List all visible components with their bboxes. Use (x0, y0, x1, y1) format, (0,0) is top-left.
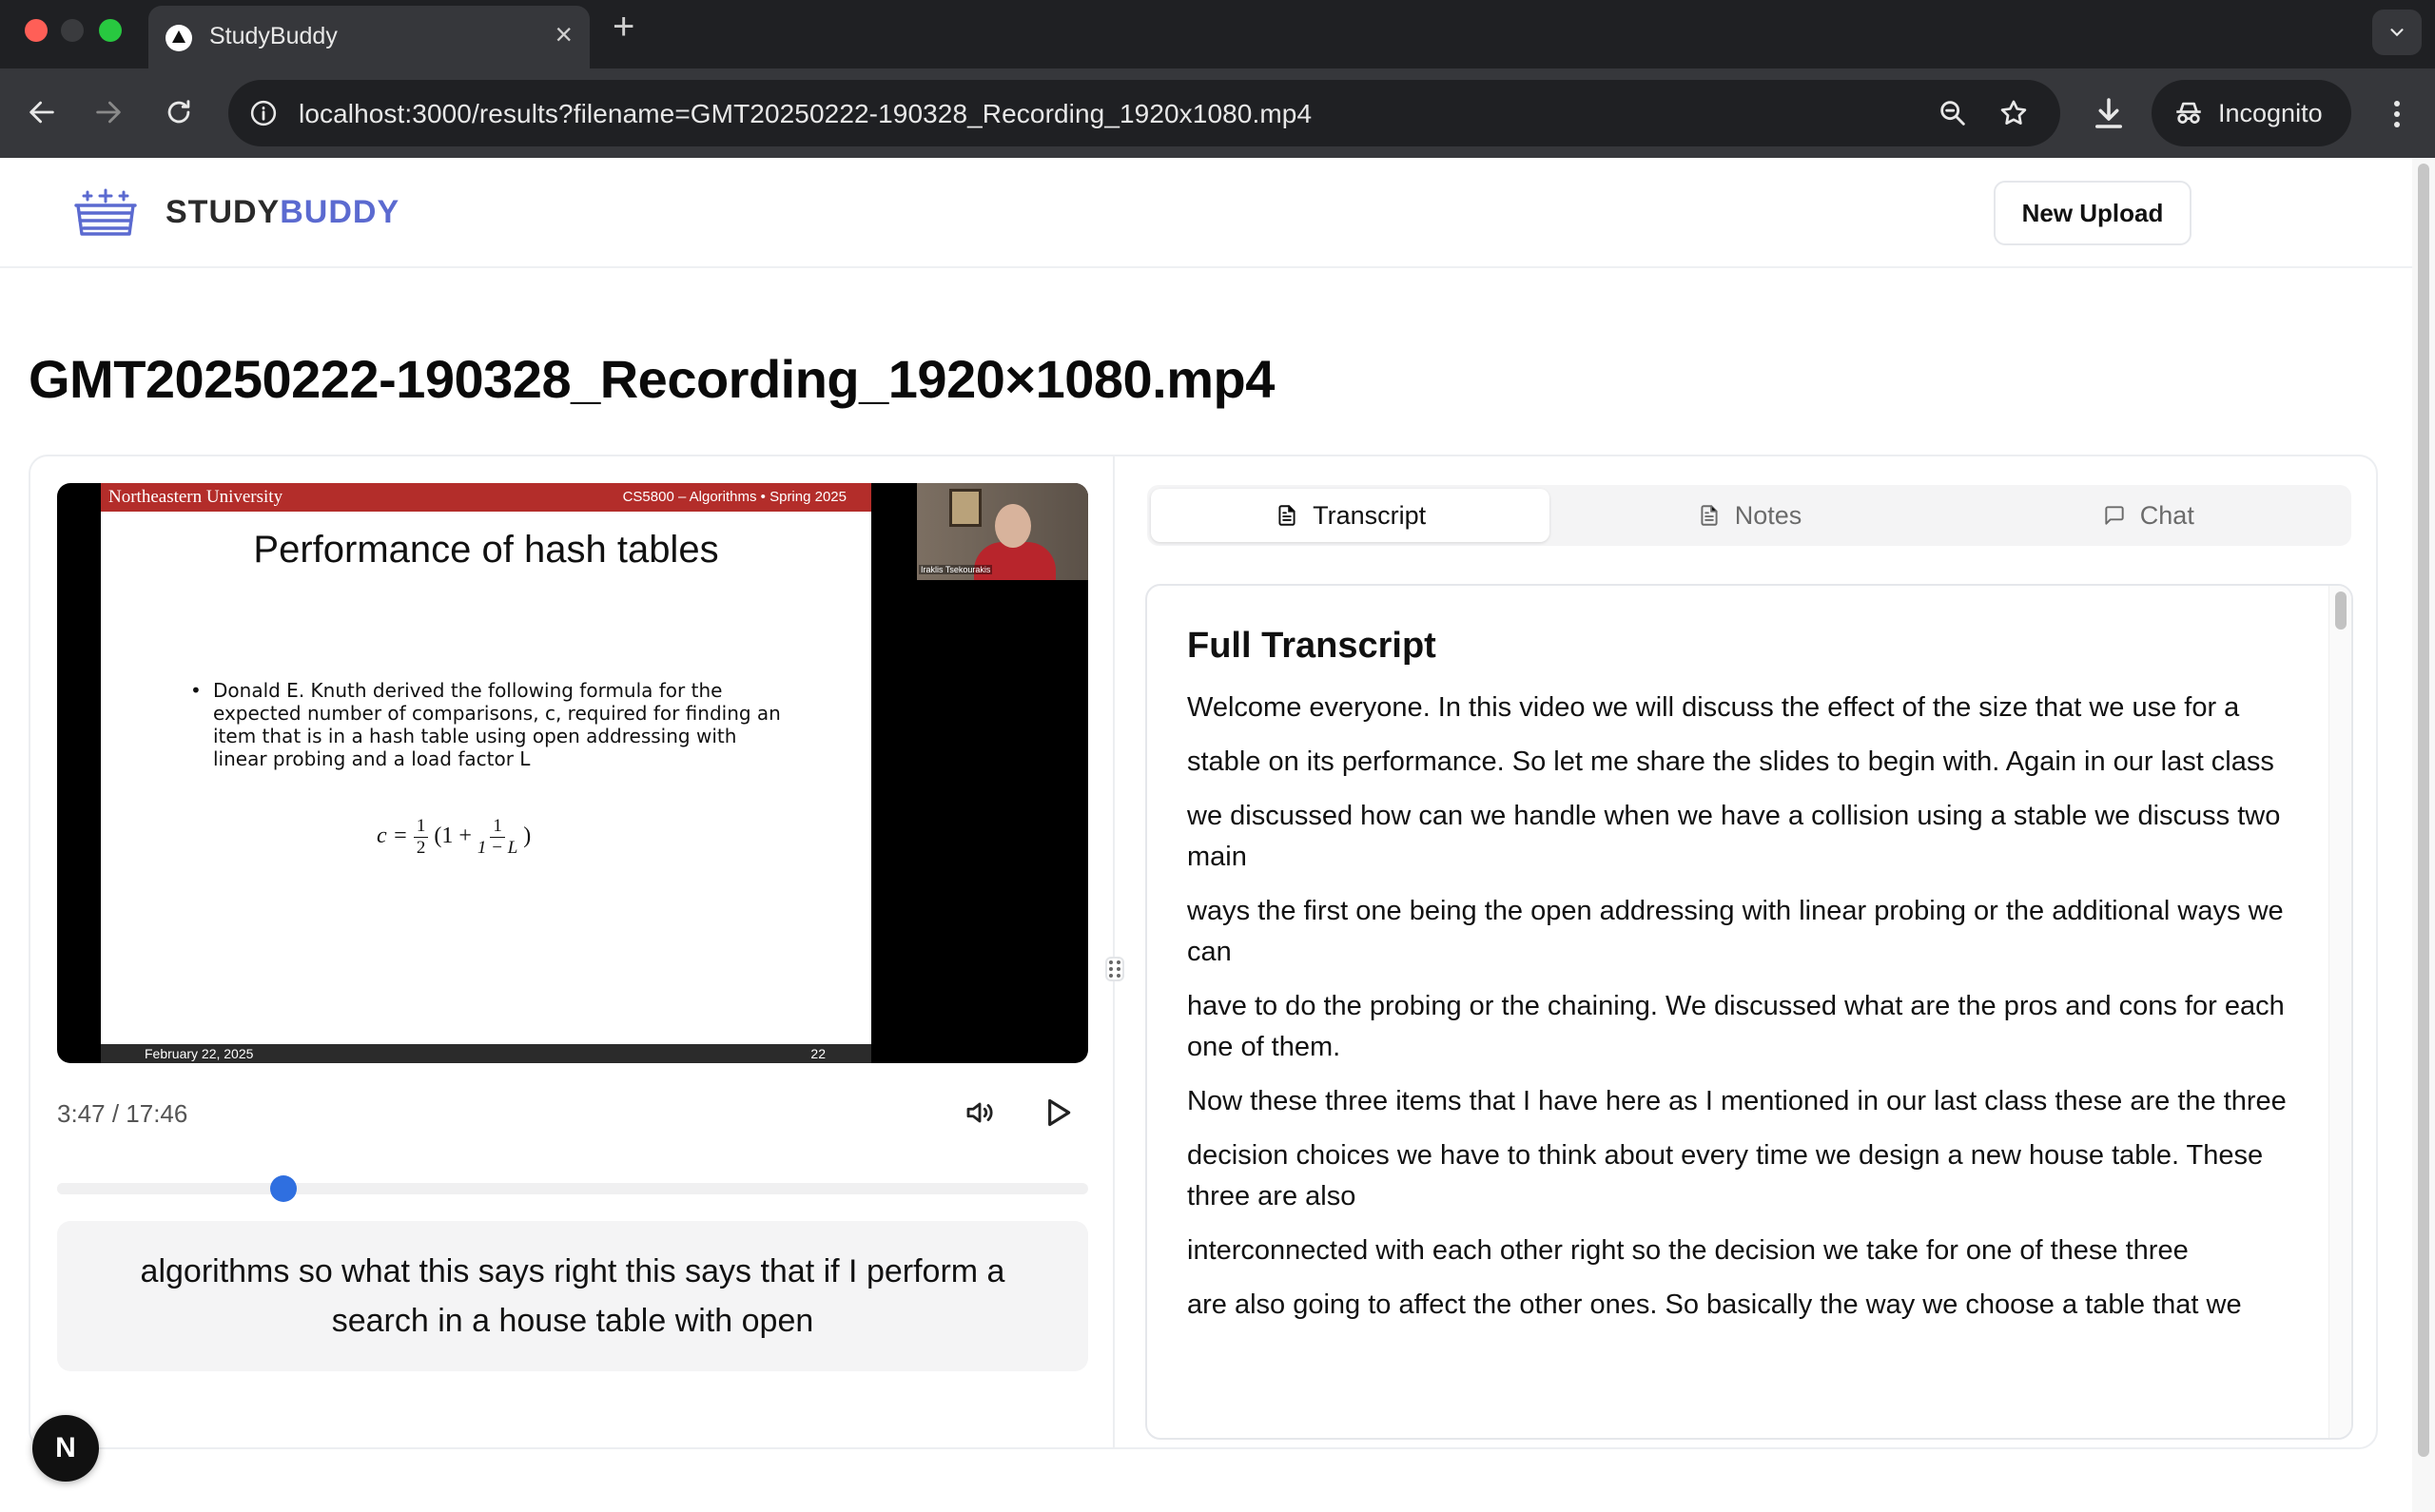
formula-half-num: 1 (413, 816, 429, 838)
address-bar[interactable]: localhost:3000/results?filename=GMT20250… (228, 80, 2060, 146)
transcript-paragraph: ways the first one being the open addres… (1187, 896, 2284, 967)
tab-chat[interactable]: Chat (1949, 489, 2347, 542)
file-lines-icon (1701, 505, 1718, 526)
presenter-body (974, 542, 1056, 580)
slide-bullet-text: Donald E. Knuth derived the following fo… (213, 679, 781, 770)
slide-page-number: 22 (810, 1046, 826, 1061)
browser-toolbar: localhost:3000/results?filename=GMT20250… (0, 68, 2435, 158)
formula-open: (1 + (434, 824, 477, 849)
back-arrow-icon[interactable] (21, 91, 63, 133)
page-title: GMT20250222-190328_Recording_1920×1080.m… (29, 349, 1275, 409)
message-square-icon (2105, 506, 2124, 525)
transcript-paragraph: have to do the probing or the chaining. … (1187, 991, 2285, 1062)
slide-header: Northeastern University CS5800 – Algorit… (101, 483, 871, 512)
file-text-icon (1278, 505, 1295, 526)
transcript-paragraph: stable on its performance. So let me sha… (1187, 746, 2274, 777)
brand-buddy-text: BUDDY (280, 194, 400, 230)
transcript-card: Full Transcript Welcome everyone. In thi… (1145, 584, 2353, 1440)
slide-footer: February 22, 2025 22 (101, 1044, 871, 1063)
presenter-head (995, 504, 1031, 548)
page-scrollbar[interactable] (2412, 158, 2435, 1512)
transcript-paragraph: interconnected with each other right so … (1187, 1235, 2189, 1266)
download-icon[interactable] (2089, 93, 2129, 133)
incognito-button[interactable]: Incognito (2152, 80, 2351, 146)
video-player[interactable]: Northeastern University CS5800 – Algorit… (57, 483, 1088, 1063)
slide-bullet: • Donald E. Knuth derived the following … (190, 679, 781, 770)
tab-transcript-label: Transcript (1313, 500, 1427, 530)
play-icon[interactable] (1039, 1094, 1077, 1132)
bookmark-star-icon[interactable] (1997, 97, 2030, 129)
browser-tab-title: StudyBuddy (209, 23, 338, 49)
incognito-icon (2176, 102, 2201, 124)
formula-load-fraction: 11 − L (477, 816, 517, 859)
tab-notes[interactable]: Notes (1549, 489, 1948, 542)
formula-half-den: 2 (416, 838, 426, 858)
close-tab-icon[interactable]: × (555, 19, 573, 49)
transcript-scroll-area[interactable]: Full Transcript Welcome everyone. In thi… (1147, 586, 2332, 1438)
formula-close: ) (523, 824, 532, 849)
transcript-scrollbar-thumb[interactable] (2335, 591, 2347, 630)
triangle-favicon-icon (166, 25, 192, 51)
slide-title: Performance of hash tables (253, 529, 719, 571)
brand-wordmark[interactable]: STUDYBUDDY (166, 194, 399, 231)
content-pane: Transcript Notes Chat Full Transcript We… (1117, 456, 2378, 1447)
forward-arrow-icon[interactable] (88, 91, 129, 133)
formula-half-fraction: 12 (413, 816, 429, 859)
studybuddy-logo-icon (74, 188, 137, 236)
tab-chat-label: Chat (2139, 500, 2194, 530)
seek-slider[interactable] (57, 1175, 1088, 1202)
transcript-paragraph: decision choices we have to think about … (1187, 1140, 2264, 1212)
seek-progress-fill (57, 1183, 284, 1194)
slide-date: February 22, 2025 (145, 1046, 254, 1061)
browser-menu-kebab-icon[interactable] (2378, 93, 2416, 135)
live-caption: algorithms so what this says right this … (57, 1221, 1088, 1371)
slide-course: CS5800 – Algorithms • Spring 2025 (622, 489, 847, 505)
browser-tab-studybuddy[interactable]: StudyBuddy × (148, 6, 590, 68)
transcript-paragraph: we discussed how can we handle when we h… (1187, 801, 2281, 872)
slide-formula: c = 12 (1 + 11 − L ) (377, 816, 531, 859)
slide-university: Northeastern University (108, 487, 283, 507)
nextjs-dev-badge[interactable]: N (32, 1415, 99, 1482)
formula-load-den: 1 − L (477, 838, 518, 858)
zoom-magnifier-icon[interactable] (1937, 97, 1969, 129)
new-upload-button[interactable]: New Upload (1994, 181, 2192, 245)
app-page: STUDYBUDDY New Upload GMT20250222-190328… (0, 158, 2412, 1512)
presenter-webcam: Iraklis Tsekourakis (917, 483, 1088, 580)
maximize-window-button[interactable] (99, 19, 122, 42)
url-text[interactable]: localhost:3000/results?filename=GMT20250… (299, 99, 1312, 129)
reload-icon[interactable] (158, 91, 200, 133)
playback-time: 3:47 / 17:46 (57, 1099, 188, 1128)
video-pane: Northeastern University CS5800 – Algorit… (30, 456, 1115, 1447)
transcript-paragraph: are also going to affect the other ones.… (1187, 1289, 2242, 1320)
lecture-slide: Northeastern University CS5800 – Algorit… (101, 483, 871, 1063)
results-panel: Northeastern University CS5800 – Algorit… (29, 455, 2378, 1449)
page-scrollbar-thumb[interactable] (2418, 164, 2429, 1457)
browser-tabstrip: StudyBuddy × + (0, 0, 2435, 68)
tab-transcript[interactable]: Transcript (1151, 489, 1550, 542)
tab-notes-label: Notes (1734, 500, 1802, 530)
site-info-icon[interactable] (249, 99, 278, 127)
minimize-window-button[interactable] (61, 19, 84, 42)
transcript-paragraph: Now these three items that I have here a… (1187, 1086, 2287, 1116)
incognito-label: Incognito (2218, 98, 2323, 127)
seek-handle[interactable] (270, 1175, 298, 1202)
tab-search-chevron-icon[interactable] (2372, 10, 2422, 55)
formula-load-num: 1 (490, 816, 505, 838)
content-tabs: Transcript Notes Chat (1147, 485, 2351, 546)
brand-study-text: STUDY (166, 194, 281, 230)
volume-icon[interactable] (963, 1095, 997, 1130)
transcript-paragraph: Welcome everyone. In this video we will … (1187, 692, 2240, 723)
wall-picture (949, 489, 982, 527)
webcam-name: Iraklis Tsekourakis (919, 565, 993, 574)
close-window-button[interactable] (25, 19, 48, 42)
new-tab-plus-icon[interactable]: + (613, 8, 634, 46)
app-header: STUDYBUDDY New Upload (0, 158, 2412, 268)
transcript-heading: Full Transcript (1187, 626, 1436, 666)
formula-lhs: c = (377, 824, 414, 849)
transcript-scrollbar[interactable] (2328, 586, 2351, 1438)
